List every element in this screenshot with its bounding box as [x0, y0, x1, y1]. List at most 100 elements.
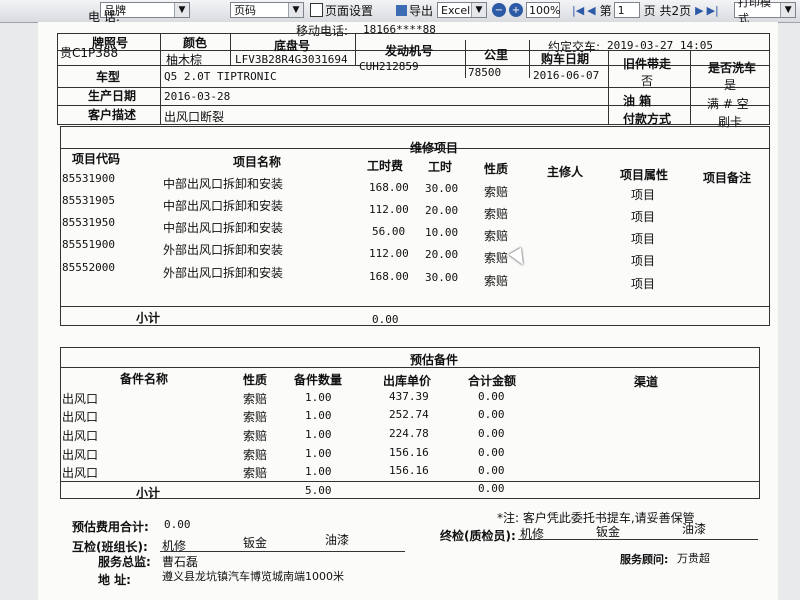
- table-cell: 1.00: [305, 409, 332, 422]
- export-icon: [396, 4, 407, 16]
- engine-value: CUH212859: [359, 60, 419, 73]
- table-cell: 索赔: [243, 448, 268, 462]
- table-row: 85552000: [62, 261, 115, 274]
- estimate-total-value: 0.00: [164, 518, 191, 531]
- repair-col-technician: 主修人: [547, 165, 584, 179]
- parts-col-price: 出库单价: [383, 374, 432, 388]
- parts-title: 预估备件: [410, 353, 459, 367]
- km-value: 78500: [468, 66, 502, 79]
- old-parts-label: 旧件带走: [623, 57, 672, 71]
- parts-subtotal-label: 小计: [136, 486, 161, 500]
- service-advisor-label: 服务顾问:: [620, 553, 669, 566]
- table-cell: 1.00: [305, 447, 332, 460]
- repair-col-hours: 工时: [428, 160, 453, 174]
- repair-col-attribute: 项目属性: [620, 168, 669, 182]
- export-label: 导出: [409, 3, 434, 18]
- page-setup-button[interactable]: 页面设置: [310, 2, 373, 19]
- grid-line: [230, 33, 231, 65]
- production-date-value: 2016-03-28: [164, 90, 231, 103]
- table-cell: 中部出风口拆卸和安装: [163, 177, 284, 191]
- parts-subtotal-amount: 0.00: [478, 482, 505, 495]
- table-row: 85531950: [62, 216, 115, 229]
- table-cell: 索赔: [243, 466, 268, 480]
- table-row: 85531905: [62, 194, 115, 207]
- wash-value: 是: [724, 78, 737, 92]
- first-page-icon[interactable]: |◀: [572, 4, 584, 17]
- table-cell: 0.00: [478, 408, 505, 421]
- final-inspection-trade-3: 油漆: [682, 522, 707, 536]
- zoom-value: 100%: [529, 3, 561, 17]
- grid-line: [60, 306, 770, 307]
- table-cell: 30.00: [425, 271, 459, 284]
- zoom-out-icon[interactable]: −: [492, 3, 506, 17]
- fuel-value: 满 # 空: [707, 97, 749, 111]
- repair-subtotal-label: 小计: [136, 311, 161, 325]
- report-toolbar: 品牌 ▼ 页码 ▼ 页面设置 导出 Excel ▼ − + 100% |◀ ◀ …: [0, 0, 800, 25]
- table-cell: 168.00: [369, 270, 409, 283]
- repair-col-code: 项目代码: [72, 152, 121, 166]
- repair-col-name: 项目名称: [233, 155, 282, 169]
- purchase-date-value: 2016-06-07: [533, 69, 600, 82]
- page-number-input[interactable]: 1: [613, 2, 640, 18]
- table-row: 出风口: [62, 410, 99, 424]
- table-cell: 索赔: [484, 185, 509, 199]
- old-parts-value: 否: [641, 74, 654, 88]
- next-page-icon[interactable]: ▶: [695, 4, 703, 17]
- table-cell: 项目: [631, 277, 656, 291]
- export-format-select[interactable]: Excel ▼: [437, 2, 487, 18]
- grid-line: [60, 481, 760, 482]
- table-cell: 1.00: [305, 391, 332, 404]
- model-value: Q5 2.0T TIPTRONIC: [164, 70, 277, 83]
- km-label: 公里: [484, 48, 509, 62]
- grid-line: [690, 50, 691, 125]
- print-mode-select[interactable]: 打印模式 ▼: [734, 0, 796, 25]
- chevron-down-icon: ▼: [174, 3, 189, 17]
- prev-page-icon[interactable]: ◀: [587, 4, 595, 17]
- zoom-in-icon[interactable]: +: [509, 3, 523, 17]
- grid-line: [529, 40, 530, 78]
- chevron-down-icon: ▼: [288, 3, 303, 17]
- table-cell: 中部出风口拆卸和安装: [163, 221, 284, 235]
- table-cell: 索赔: [484, 229, 509, 243]
- page-combo[interactable]: 页码 ▼: [230, 2, 304, 18]
- page-setup-label: 页面设置: [325, 3, 374, 18]
- table-cell: 1.00: [305, 428, 332, 441]
- table-row: 出风口: [62, 448, 99, 462]
- payment-label: 付款方式: [623, 112, 672, 126]
- table-row: 85551900: [62, 238, 115, 251]
- table-cell: 0.00: [478, 464, 505, 477]
- page-prefix: 第: [599, 3, 612, 18]
- table-cell: 56.00: [372, 225, 406, 238]
- table-cell: 外部出风口拆卸和安装: [163, 266, 284, 280]
- parts-col-channel: 渠道: [634, 375, 659, 389]
- table-cell: 1.00: [305, 465, 332, 478]
- service-advisor-value: 万贵超: [677, 552, 710, 565]
- table-cell: 224.78: [389, 427, 429, 440]
- page-total: 页 共2页: [643, 3, 692, 18]
- chevron-down-icon: ▼: [780, 3, 795, 17]
- table-cell: 0.00: [478, 390, 505, 403]
- table-cell: 168.00: [369, 181, 409, 194]
- repair-items-title: 维修项目: [410, 141, 459, 155]
- address-value: 遵义县龙坑镇汽车博览城南端1000米: [162, 570, 344, 583]
- grid-line: [160, 33, 161, 125]
- table-row: 出风口: [62, 429, 99, 443]
- table-cell: 项目: [631, 210, 656, 224]
- chevron-down-icon: ▼: [471, 3, 486, 17]
- mutual-check-trade-2: 钣金: [243, 536, 268, 550]
- table-cell: 112.00: [369, 203, 409, 216]
- repair-col-remark: 项目备注: [703, 171, 752, 185]
- grid-line: [57, 105, 770, 106]
- zoom-field[interactable]: 100%: [526, 2, 560, 18]
- table-cell: 索赔: [484, 274, 509, 288]
- table-cell: 项目: [631, 188, 656, 202]
- table-row: 出风口: [62, 466, 99, 480]
- repair-col-labor-fee: 工时费: [367, 159, 404, 173]
- export-button[interactable]: 导出: [396, 2, 433, 19]
- grid-line: [57, 87, 770, 88]
- table-cell: 10.00: [425, 226, 459, 239]
- table-cell: 0.00: [478, 427, 505, 440]
- last-page-icon[interactable]: ▶|: [707, 4, 719, 17]
- table-cell: 索赔: [484, 207, 509, 221]
- table-cell: 索赔: [243, 392, 268, 406]
